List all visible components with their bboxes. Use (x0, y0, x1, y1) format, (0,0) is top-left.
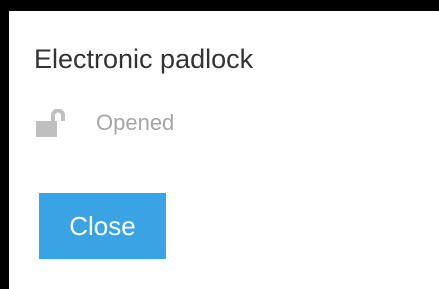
unlocked-padlock-icon (36, 108, 66, 137)
close-button[interactable]: Close (39, 193, 166, 259)
dialog-title: Electronic padlock (34, 44, 254, 74)
padlock-dialog: Electronic padlock Opened Close (9, 11, 439, 289)
status-text: Opened (96, 110, 175, 135)
lock-status: Opened (36, 108, 174, 138)
